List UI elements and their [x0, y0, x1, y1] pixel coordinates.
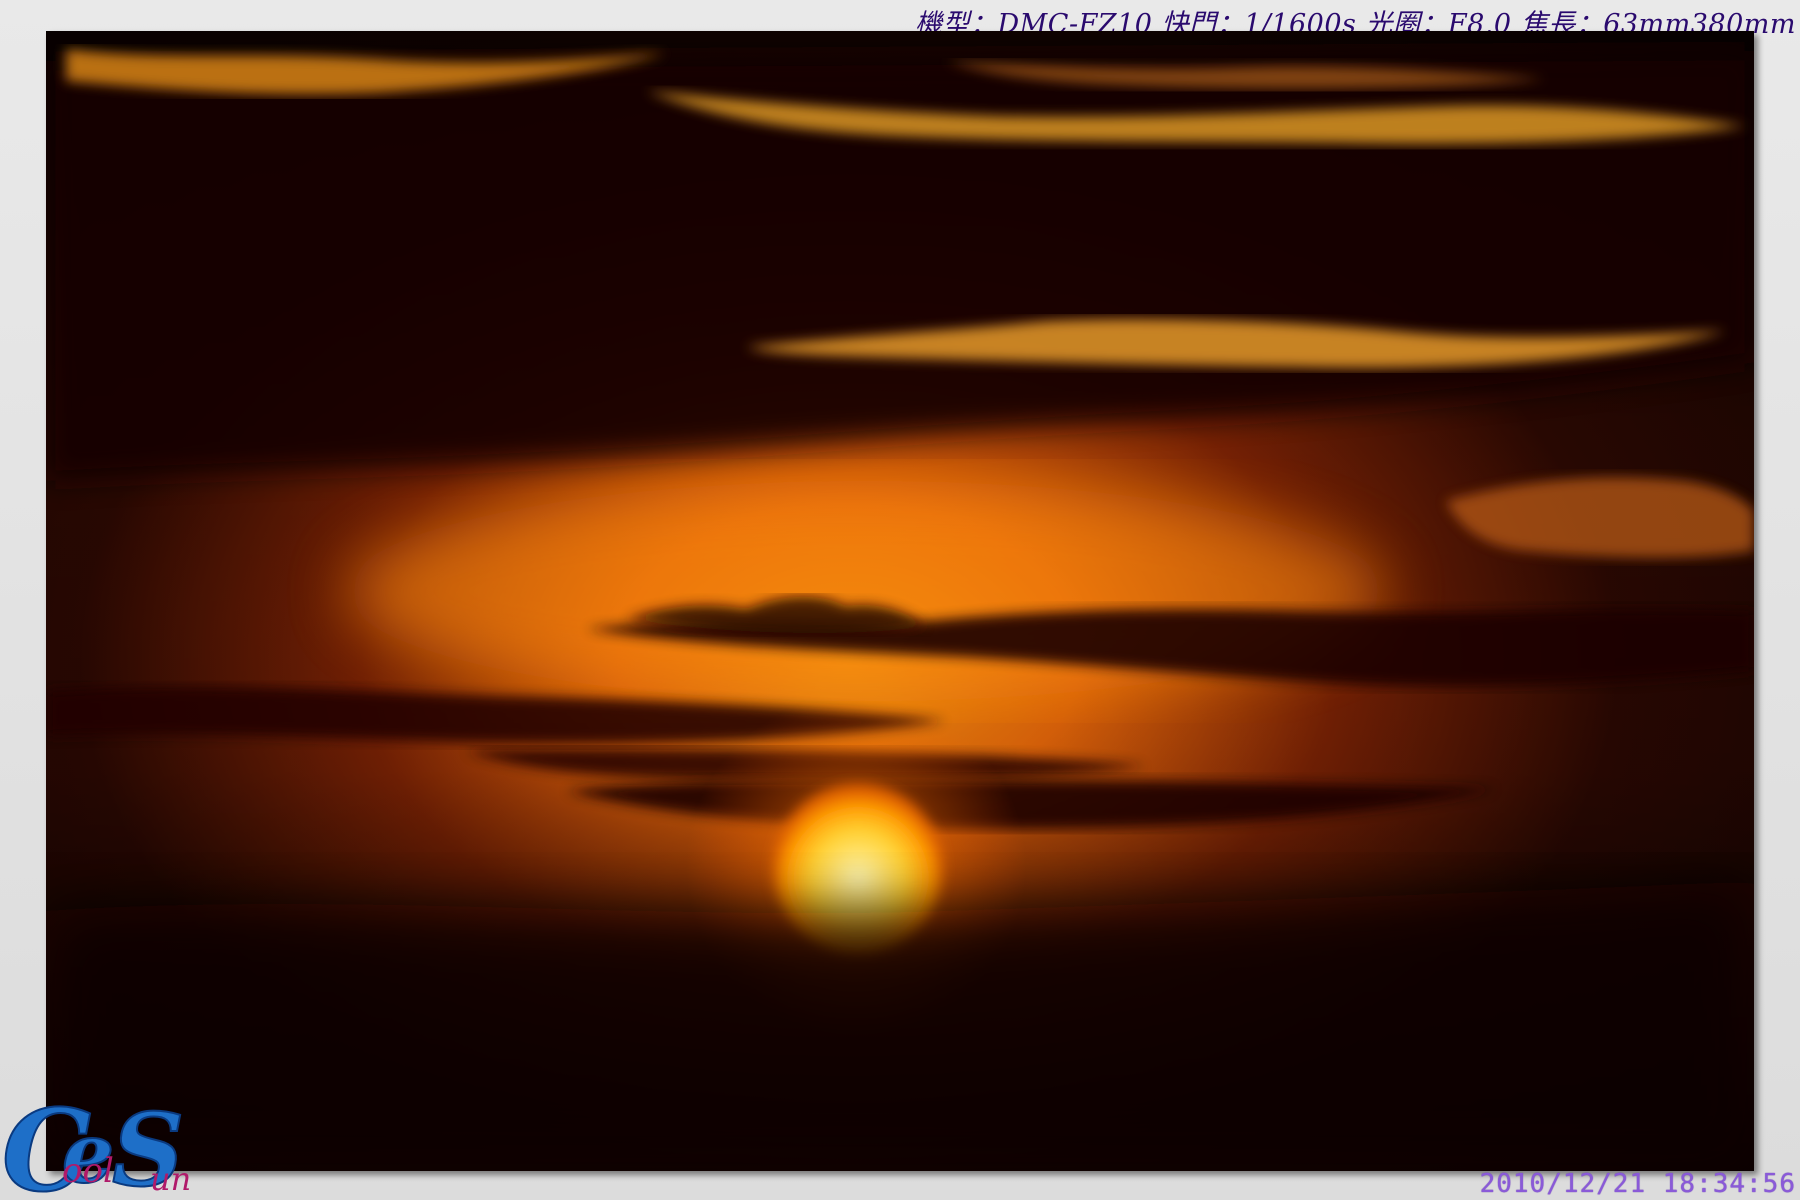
svg-text:ool: ool: [62, 1151, 114, 1191]
photo-timestamp: 2010/12/21 18:34:56: [1479, 1169, 1796, 1199]
page: 機型：DMC-FZ10 快門：1/1600s 光圈：F8.0 焦長：63mm38…: [0, 0, 1800, 1200]
photo-frame: [46, 31, 1754, 1171]
lower-dark-sky: [46, 881, 1754, 1171]
sunset-photo: [46, 31, 1754, 1171]
svg-text:un: un: [150, 1160, 191, 1198]
coolsun-logo: C e S ool un: [1, 1090, 191, 1200]
